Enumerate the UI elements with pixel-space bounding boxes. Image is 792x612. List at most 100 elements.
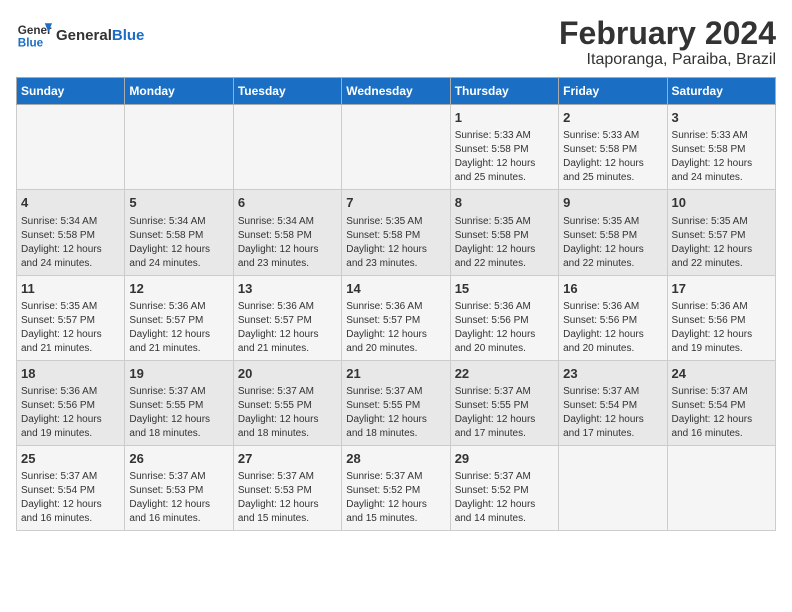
day-info: Sunrise: 5:35 AM Sunset: 5:58 PM Dayligh… (455, 215, 554, 271)
calendar-cell: 20 Sunrise: 5:37 AM Sunset: 5:55 PM Dayli… (233, 360, 341, 445)
day-info: Sunrise: 5:35 AM Sunset: 5:57 PM Dayligh… (21, 300, 120, 356)
calendar-cell: 16 Sunrise: 5:36 AM Sunset: 5:56 PM Dayli… (559, 275, 667, 360)
calendar-week-row: 25Sunrise: 5:37 AM Sunset: 5:54 PM Dayli… (17, 445, 776, 530)
header-saturday: Saturday (667, 78, 775, 105)
title-block: February 2024 Itaporanga, Paraiba, Brazi… (559, 16, 776, 69)
day-info: Sunrise: 5:37 AM Sunset: 5:53 PM Dayligh… (129, 470, 228, 526)
day-number: 2 (563, 109, 662, 127)
day-number: 23 (563, 365, 662, 383)
calendar-header-row: SundayMondayTuesdayWednesdayThursdayFrid… (17, 78, 776, 105)
calendar-cell: 5 Sunrise: 5:34 AM Sunset: 5:58 PM Daylig… (125, 190, 233, 275)
calendar-cell: 18 Sunrise: 5:36 AM Sunset: 5:56 PM Dayli… (17, 360, 125, 445)
calendar-cell: 24 Sunrise: 5:37 AM Sunset: 5:54 PM Dayli… (667, 360, 775, 445)
day-info: Sunrise: 5:37 AM Sunset: 5:55 PM Dayligh… (346, 385, 445, 441)
calendar-cell: 28 Sunrise: 5:37 AM Sunset: 5:52 PM Dayli… (342, 445, 450, 530)
calendar-cell: 3Sunrise: 5:33 AM Sunset: 5:58 PM Daylig… (667, 105, 775, 190)
calendar-cell (559, 445, 667, 530)
day-info: Sunrise: 5:37 AM Sunset: 5:52 PM Dayligh… (346, 470, 445, 526)
day-number: 24 (672, 365, 771, 383)
day-number: 4 (21, 194, 120, 212)
day-info: Sunrise: 5:36 AM Sunset: 5:56 PM Dayligh… (21, 385, 120, 441)
day-number: 7 (346, 194, 445, 212)
day-number: 5 (129, 194, 228, 212)
day-number: 16 (563, 280, 662, 298)
day-number: 12 (129, 280, 228, 298)
calendar-cell: 21 Sunrise: 5:37 AM Sunset: 5:55 PM Dayli… (342, 360, 450, 445)
day-number: 27 (238, 450, 337, 468)
calendar-cell: 13Sunrise: 5:36 AM Sunset: 5:57 PM Dayli… (233, 275, 341, 360)
calendar-table: SundayMondayTuesdayWednesdayThursdayFrid… (16, 77, 776, 531)
day-number: 13 (238, 280, 337, 298)
calendar-cell: 17 Sunrise: 5:36 AM Sunset: 5:56 PM Dayli… (667, 275, 775, 360)
day-number: 22 (455, 365, 554, 383)
day-info: Sunrise: 5:37 AM Sunset: 5:54 PM Dayligh… (563, 385, 662, 441)
logo-general: General (56, 27, 112, 44)
day-info: Sunrise: 5:33 AM Sunset: 5:58 PM Dayligh… (563, 129, 662, 185)
day-number: 14 (346, 280, 445, 298)
day-info: Sunrise: 5:36 AM Sunset: 5:56 PM Dayligh… (455, 300, 554, 356)
logo-icon: General Blue (16, 16, 52, 52)
logo-blue: Blue (112, 27, 145, 44)
day-number: 18 (21, 365, 120, 383)
day-info: Sunrise: 5:33 AM Sunset: 5:58 PM Dayligh… (455, 129, 554, 185)
calendar-cell: 25Sunrise: 5:37 AM Sunset: 5:54 PM Dayli… (17, 445, 125, 530)
day-info: Sunrise: 5:36 AM Sunset: 5:56 PM Dayligh… (563, 300, 662, 356)
calendar-cell (17, 105, 125, 190)
calendar-cell: 26Sunrise: 5:37 AM Sunset: 5:53 PM Dayli… (125, 445, 233, 530)
calendar-week-row: 4 Sunrise: 5:34 AM Sunset: 5:58 PM Daylig… (17, 190, 776, 275)
header-wednesday: Wednesday (342, 78, 450, 105)
page-title: February 2024 (559, 16, 776, 51)
day-info: Sunrise: 5:36 AM Sunset: 5:56 PM Dayligh… (672, 300, 771, 356)
day-number: 25 (21, 450, 120, 468)
day-number: 29 (455, 450, 554, 468)
calendar-cell: 11 Sunrise: 5:35 AM Sunset: 5:57 PM Dayli… (17, 275, 125, 360)
day-number: 3 (672, 109, 771, 127)
calendar-cell (667, 445, 775, 530)
day-info: Sunrise: 5:37 AM Sunset: 5:52 PM Dayligh… (455, 470, 554, 526)
calendar-cell (342, 105, 450, 190)
calendar-cell: 9Sunrise: 5:35 AM Sunset: 5:58 PM Daylig… (559, 190, 667, 275)
day-info: Sunrise: 5:34 AM Sunset: 5:58 PM Dayligh… (129, 215, 228, 271)
calendar-week-row: 18 Sunrise: 5:36 AM Sunset: 5:56 PM Dayli… (17, 360, 776, 445)
calendar-week-row: 1 Sunrise: 5:33 AM Sunset: 5:58 PM Daylig… (17, 105, 776, 190)
logo: General Blue GeneralBlue (16, 16, 144, 52)
day-number: 15 (455, 280, 554, 298)
day-info: Sunrise: 5:37 AM Sunset: 5:54 PM Dayligh… (672, 385, 771, 441)
svg-text:Blue: Blue (18, 37, 44, 50)
header-monday: Monday (125, 78, 233, 105)
day-info: Sunrise: 5:37 AM Sunset: 5:55 PM Dayligh… (129, 385, 228, 441)
day-info: Sunrise: 5:34 AM Sunset: 5:58 PM Dayligh… (21, 215, 120, 271)
day-info: Sunrise: 5:36 AM Sunset: 5:57 PM Dayligh… (346, 300, 445, 356)
day-number: 21 (346, 365, 445, 383)
page-header: General Blue GeneralBlue February 2024 I… (16, 16, 776, 69)
day-number: 9 (563, 194, 662, 212)
day-number: 8 (455, 194, 554, 212)
day-number: 19 (129, 365, 228, 383)
calendar-cell: 19 Sunrise: 5:37 AM Sunset: 5:55 PM Dayli… (125, 360, 233, 445)
day-info: Sunrise: 5:35 AM Sunset: 5:58 PM Dayligh… (346, 215, 445, 271)
day-info: Sunrise: 5:37 AM Sunset: 5:55 PM Dayligh… (455, 385, 554, 441)
calendar-cell: 23 Sunrise: 5:37 AM Sunset: 5:54 PM Dayli… (559, 360, 667, 445)
day-number: 10 (672, 194, 771, 212)
calendar-cell: 6 Sunrise: 5:34 AM Sunset: 5:58 PM Daylig… (233, 190, 341, 275)
calendar-cell: 22 Sunrise: 5:37 AM Sunset: 5:55 PM Dayli… (450, 360, 558, 445)
calendar-cell: 12Sunrise: 5:36 AM Sunset: 5:57 PM Dayli… (125, 275, 233, 360)
calendar-cell: 2 Sunrise: 5:33 AM Sunset: 5:58 PM Daylig… (559, 105, 667, 190)
calendar-week-row: 11 Sunrise: 5:35 AM Sunset: 5:57 PM Dayli… (17, 275, 776, 360)
day-number: 20 (238, 365, 337, 383)
day-number: 1 (455, 109, 554, 127)
day-info: Sunrise: 5:34 AM Sunset: 5:58 PM Dayligh… (238, 215, 337, 271)
calendar-cell (125, 105, 233, 190)
page-subtitle: Itaporanga, Paraiba, Brazil (559, 51, 776, 69)
calendar-cell: 15 Sunrise: 5:36 AM Sunset: 5:56 PM Dayli… (450, 275, 558, 360)
calendar-cell: 14 Sunrise: 5:36 AM Sunset: 5:57 PM Dayli… (342, 275, 450, 360)
calendar-cell: 4 Sunrise: 5:34 AM Sunset: 5:58 PM Daylig… (17, 190, 125, 275)
calendar-cell: 8 Sunrise: 5:35 AM Sunset: 5:58 PM Daylig… (450, 190, 558, 275)
day-number: 28 (346, 450, 445, 468)
day-number: 17 (672, 280, 771, 298)
day-info: Sunrise: 5:37 AM Sunset: 5:55 PM Dayligh… (238, 385, 337, 441)
day-number: 11 (21, 280, 120, 298)
day-info: Sunrise: 5:35 AM Sunset: 5:57 PM Dayligh… (672, 215, 771, 271)
day-number: 6 (238, 194, 337, 212)
calendar-cell: 27Sunrise: 5:37 AM Sunset: 5:53 PM Dayli… (233, 445, 341, 530)
